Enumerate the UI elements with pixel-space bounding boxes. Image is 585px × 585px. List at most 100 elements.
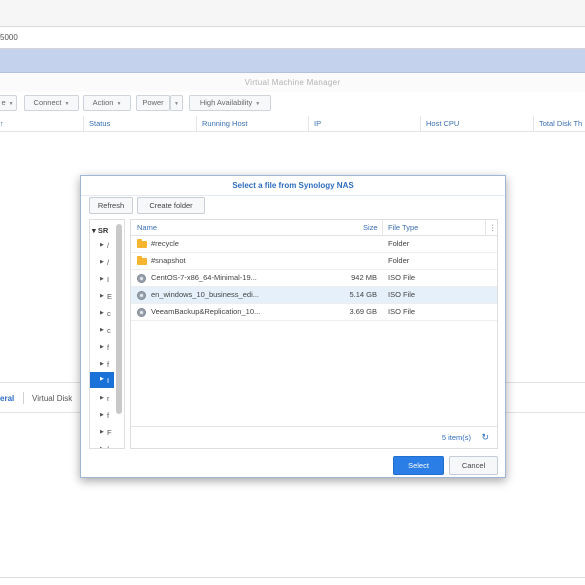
expand-arrow-icon[interactable]: ▶ — [100, 242, 104, 248]
file-name: #recycle — [151, 239, 179, 248]
tree-item[interactable]: f — [107, 360, 109, 369]
app-title-bar: Virtual Machine Manager — [0, 73, 585, 92]
tab-virtual-disk[interactable]: Virtual Disk — [32, 394, 72, 403]
power-dropdown-toggle[interactable]: ▼ — [170, 95, 183, 111]
refresh-button[interactable]: Refresh — [89, 197, 133, 214]
tree-item[interactable]: F — [107, 428, 112, 437]
tree-item[interactable]: f — [107, 445, 109, 448]
column-status[interactable]: Status — [89, 116, 110, 132]
file-row-windows-selected[interactable]: en_windows_10_business_edi... 5.14 GB IS… — [131, 287, 497, 304]
file-type: ISO File — [388, 273, 416, 282]
browser-address-bar[interactable]: 5000 — [0, 27, 585, 49]
file-type: ISO File — [388, 307, 416, 316]
column-divider — [308, 116, 309, 132]
power-button[interactable]: Power — [136, 95, 170, 111]
address-text[interactable]: 5000 — [0, 33, 18, 42]
action-button-label: Action — [92, 98, 114, 107]
expand-arrow-icon[interactable]: ▶ — [100, 327, 104, 333]
column-host-cpu[interactable]: Host CPU — [426, 116, 459, 132]
toolbar: e ▼ Connect ▼ Action ▼ Power ▼ High Availab… — [0, 93, 585, 115]
file-row-recycle[interactable]: #recycle Folder — [131, 236, 497, 253]
chevron-down-icon: ▼ — [8, 101, 14, 107]
column-running-host[interactable]: Running Host — [202, 116, 247, 132]
browser-tab-bar — [0, 0, 585, 27]
iso-file-icon — [137, 274, 146, 283]
expand-arrow-icon[interactable]: ▶ — [100, 259, 104, 265]
column-file-type[interactable]: File Type — [388, 220, 418, 236]
expand-arrow-icon[interactable]: ▶ — [100, 293, 104, 299]
file-list-header: Name Size File Type ⋮ — [131, 220, 497, 236]
chevron-down-icon: ▼ — [116, 101, 122, 107]
file-row-snapshot[interactable]: #snapshot Folder — [131, 253, 497, 270]
column-total-disk[interactable]: Total Disk Th — [539, 116, 582, 132]
chevron-down-icon: ▼ — [64, 101, 70, 107]
cancel-button[interactable]: Cancel — [449, 456, 498, 475]
tree-item[interactable]: c — [107, 326, 111, 335]
create-dropdown-button[interactable]: e ▼ — [0, 95, 17, 111]
refresh-icon[interactable]: ↻ — [481, 432, 489, 442]
tree-scrollbar[interactable] — [116, 224, 122, 414]
column-menu-icon[interactable]: ⋮ — [489, 220, 497, 236]
folder-icon — [137, 256, 147, 265]
tree-item[interactable]: f — [107, 343, 109, 352]
iso-file-icon — [137, 291, 146, 300]
high-availability-dropdown-button[interactable]: High Availability ▼ — [189, 95, 271, 111]
column-name[interactable]: Name — [137, 220, 157, 236]
tree-item[interactable]: r — [107, 394, 110, 403]
create-folder-button[interactable]: Create folder — [137, 197, 205, 214]
tab-general[interactable]: eral — [0, 394, 14, 403]
tree-item[interactable]: c — [107, 309, 111, 318]
dsm-taskbar — [0, 49, 585, 73]
create-button-label: e — [1, 98, 6, 107]
dialog-header[interactable]: Select a file from Synology NAS — [81, 176, 505, 196]
column-size[interactable]: Size — [363, 220, 378, 236]
file-list-footer: 5 item(s) ↻ — [131, 426, 497, 448]
column-sort-arrow[interactable]: ↑ — [0, 116, 4, 132]
column-divider — [485, 220, 486, 236]
action-dropdown-button[interactable]: Action ▼ — [83, 95, 131, 111]
tree-item[interactable]: f — [107, 411, 109, 420]
column-divider — [533, 116, 534, 132]
file-size: 942 MB — [351, 273, 377, 282]
file-size: 5.14 GB — [349, 290, 377, 299]
tree-item[interactable]: / — [107, 241, 109, 250]
file-row-veeam[interactable]: VeeamBackup&Replication_10... 3.69 GB IS… — [131, 304, 497, 321]
tree-item-selected[interactable]: ▶ I — [90, 372, 114, 388]
tree-item-label: I — [107, 376, 110, 385]
expand-arrow-icon[interactable]: ▶ — [100, 310, 104, 316]
folder-icon — [137, 239, 147, 248]
column-divider — [420, 116, 421, 132]
chevron-down-icon: ▼ — [174, 101, 179, 107]
expand-arrow-icon[interactable]: ▶ — [100, 376, 104, 382]
power-button-label: Power — [142, 98, 164, 107]
status-bar — [0, 577, 585, 585]
expand-arrow-icon[interactable]: ▶ — [100, 344, 104, 350]
expand-arrow-icon[interactable]: ▶ — [100, 361, 104, 367]
expand-arrow-icon[interactable]: ▶ — [100, 276, 104, 282]
folder-tree[interactable]: ▾ SR ▶ / ▶ / ▶ I ▶ E ▶ c ▶ c ▶ f ▶ f ▶ I… — [89, 219, 125, 449]
vm-grid-header: ↑ Status Running Host IP Host CPU Total … — [0, 116, 585, 132]
column-divider — [196, 116, 197, 132]
file-name: en_windows_10_business_edi... — [151, 290, 259, 299]
file-name: #snapshot — [151, 256, 186, 265]
tree-item[interactable]: I — [107, 275, 109, 284]
tree-item[interactable]: E — [107, 292, 112, 301]
expand-arrow-icon[interactable]: ▶ — [100, 412, 104, 418]
expand-arrow-icon[interactable]: ▶ — [100, 446, 104, 448]
file-list: Name Size File Type ⋮ #recycle Folder #s… — [130, 219, 498, 449]
column-ip[interactable]: IP — [314, 116, 321, 132]
expand-arrow-icon[interactable]: ▶ — [100, 429, 104, 435]
select-button[interactable]: Select — [393, 456, 444, 475]
chevron-down-icon: ▼ — [255, 101, 261, 107]
iso-file-icon — [137, 308, 146, 317]
connect-dropdown-button[interactable]: Connect ▼ — [24, 95, 79, 111]
column-divider — [83, 116, 84, 132]
tree-root-label: SR — [97, 226, 109, 235]
expand-arrow-icon[interactable]: ▶ — [100, 395, 104, 401]
app-title: Virtual Machine Manager — [244, 78, 341, 87]
file-type: Folder — [388, 239, 410, 248]
file-row-centos[interactable]: CentOS-7-x86_64-Minimal-19... 942 MB ISO… — [131, 270, 497, 287]
tree-root-node[interactable]: ▾ SR — [92, 226, 108, 235]
tree-item[interactable]: / — [107, 258, 109, 267]
tab-divider — [23, 392, 24, 404]
